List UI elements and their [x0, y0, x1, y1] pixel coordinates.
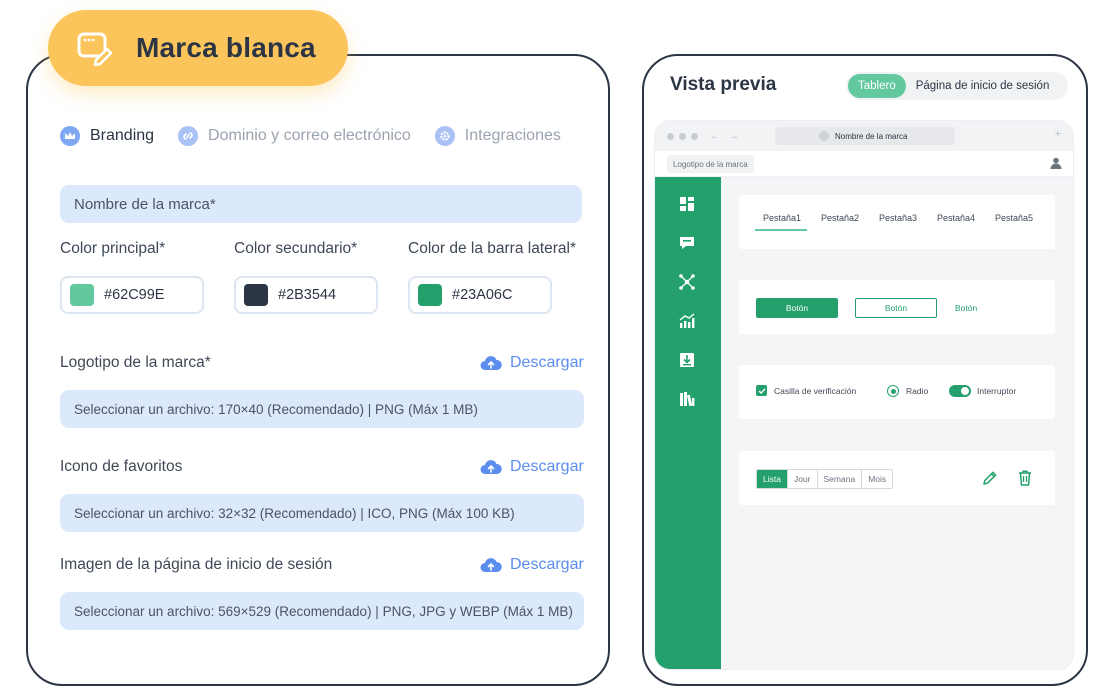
toggle-dashboard[interactable]: Tablero: [848, 74, 906, 98]
trash-icon[interactable]: [1017, 469, 1033, 487]
window-dot: [691, 132, 698, 140]
logo-upload-hint: Seleccionar un archivo: 170×40 (Recomend…: [74, 401, 478, 417]
preview-switch[interactable]: Interruptor: [949, 385, 1016, 397]
download-label: Descargar: [510, 458, 584, 475]
preview-primary-button[interactable]: Botón: [756, 298, 838, 318]
active-tab-indicator: [755, 229, 807, 231]
login-image-label: Imagen de la página de inicio de sesión: [60, 556, 333, 573]
preview-buttons-panel: Botón Botón Botón: [739, 280, 1055, 334]
preview-tab-1[interactable]: Pestaña1: [763, 213, 801, 223]
new-tab-icon: +: [1054, 128, 1061, 140]
tab-domain-email[interactable]: Dominio y correo electrónico: [178, 126, 411, 146]
settings-tabs: Branding Dominio y correo electrónico In…: [60, 124, 585, 148]
globe-icon: [819, 131, 829, 141]
browser-toolbar: ← → Nombre de la marca +: [655, 121, 1073, 151]
preview-tab-5[interactable]: Pestaña5: [995, 213, 1033, 223]
window-dot: [679, 132, 686, 140]
sidebar-color-value: #23A06C: [452, 287, 513, 303]
preview-text-button[interactable]: Botón: [955, 298, 977, 318]
preview-tab-4[interactable]: Pestaña4: [937, 213, 975, 223]
download-icon: [680, 353, 694, 367]
login-image-upload-field[interactable]: Seleccionar un archivo: 569×529 (Recomen…: [60, 592, 584, 630]
checkmark-icon: [756, 385, 767, 396]
brand-name-input[interactable]: Nombre de la marca*: [60, 185, 582, 223]
sidebar-color-field[interactable]: #23A06C: [408, 276, 552, 314]
tab-label: Dominio y correo electrónico: [208, 127, 411, 144]
favicon-upload-field[interactable]: Seleccionar un archivo: 32×32 (Recomenda…: [60, 494, 584, 532]
link-icon: [178, 126, 199, 146]
tab-integrations[interactable]: Integraciones: [434, 126, 561, 146]
primary-color-label: Color principal*: [60, 240, 166, 257]
switch-label: Interruptor: [977, 386, 1017, 396]
forward-arrow-icon: →: [729, 130, 739, 142]
radio-icon: [887, 385, 899, 397]
preview-outline-button[interactable]: Botón: [855, 298, 937, 318]
brand-logo-placeholder: Logotipo de la marca: [667, 155, 754, 173]
preview-controls-panel: Casilla de verificación Radio Interrupto…: [739, 365, 1055, 419]
cloud-upload-icon: [480, 558, 502, 572]
toggle-login-page[interactable]: Página de inicio de sesión: [906, 74, 1060, 98]
favicon-upload-hint: Seleccionar un archivo: 32×32 (Recomenda…: [74, 505, 515, 521]
preview-mode-toggle: Tablero Página de inicio de sesión: [846, 72, 1068, 100]
tab-label: Integraciones: [464, 127, 561, 144]
cloud-upload-icon: [480, 356, 502, 370]
back-arrow-icon: ←: [710, 130, 720, 142]
books-icon: [680, 392, 695, 407]
logo-upload-field[interactable]: Seleccionar un archivo: 170×40 (Recomend…: [60, 390, 584, 428]
preview-sidebar: [655, 177, 721, 669]
switch-toggle-icon: [949, 385, 971, 397]
sidebar-color-swatch[interactable]: [418, 284, 442, 306]
segment-list[interactable]: Lista: [757, 470, 788, 488]
brand-name-placeholder: Nombre de la marca*: [74, 195, 216, 213]
app-header: Logotipo de la marca: [655, 151, 1073, 177]
download-label: Descargar: [510, 354, 584, 371]
chart-icon: [679, 313, 695, 328]
preview-tab-3[interactable]: Pestaña3: [879, 213, 917, 223]
browser-mockup: ← → Nombre de la marca + Logotipo de la …: [654, 120, 1074, 670]
preview-title: Vista previa: [670, 74, 777, 95]
radio-label: Radio: [906, 386, 929, 396]
gear-icon: [434, 126, 455, 146]
user-icon: [1050, 157, 1062, 169]
preview-content: Pestaña1 Pestaña2 Pestaña3 Pestaña4 Pest…: [721, 177, 1073, 669]
primary-color-value: #62C99E: [104, 287, 165, 303]
secondary-color-swatch[interactable]: [244, 284, 268, 306]
crown-icon: [60, 126, 80, 146]
edit-window-icon: [74, 28, 114, 68]
preview-segmented-control: Lista Jour Semana Mois: [756, 469, 894, 489]
sidebar-color-label: Color de la barra lateral*: [408, 240, 577, 257]
primary-color-field[interactable]: #62C99E: [60, 276, 204, 314]
secondary-color-value: #2B3544: [278, 287, 337, 303]
preview-tab-2[interactable]: Pestaña2: [821, 213, 859, 223]
window-dot: [667, 132, 674, 140]
page-title-badge: Marca blanca: [48, 10, 348, 86]
preview-segments-panel: Lista Jour Semana Mois: [739, 451, 1055, 505]
secondary-color-label: Color secundario*: [234, 240, 358, 257]
segment-month[interactable]: Mois: [862, 470, 893, 488]
favicon-label: Icono de favoritos: [60, 458, 183, 475]
secondary-color-field[interactable]: #2B3544: [234, 276, 378, 314]
preview-tabs-panel: Pestaña1 Pestaña2 Pestaña3 Pestaña4 Pest…: [739, 195, 1055, 249]
cloud-upload-icon: [480, 460, 502, 474]
tab-branding[interactable]: Branding: [60, 126, 154, 146]
address-bar-text: Nombre de la marca: [835, 131, 908, 141]
tab-label: Branding: [90, 127, 155, 144]
page-title: Marca blanca: [136, 32, 316, 63]
preview-checkbox[interactable]: Casilla de verificación: [756, 385, 856, 396]
dashboard-icon: [680, 197, 694, 211]
pencil-icon[interactable]: [981, 469, 999, 487]
checkbox-label: Casilla de verificación: [774, 385, 857, 396]
login-image-upload-hint: Seleccionar un archivo: 569×529 (Recomen…: [74, 603, 573, 619]
preview-radio[interactable]: Radio: [887, 385, 928, 397]
segment-day[interactable]: Jour: [787, 470, 818, 488]
address-bar: Nombre de la marca: [775, 127, 955, 145]
logo-label: Logotipo de la marca*: [60, 354, 211, 371]
network-icon: [679, 274, 695, 290]
segment-week[interactable]: Semana: [817, 470, 863, 488]
download-label: Descargar: [510, 556, 584, 573]
chat-icon: [680, 237, 694, 249]
primary-color-swatch[interactable]: [70, 284, 94, 306]
